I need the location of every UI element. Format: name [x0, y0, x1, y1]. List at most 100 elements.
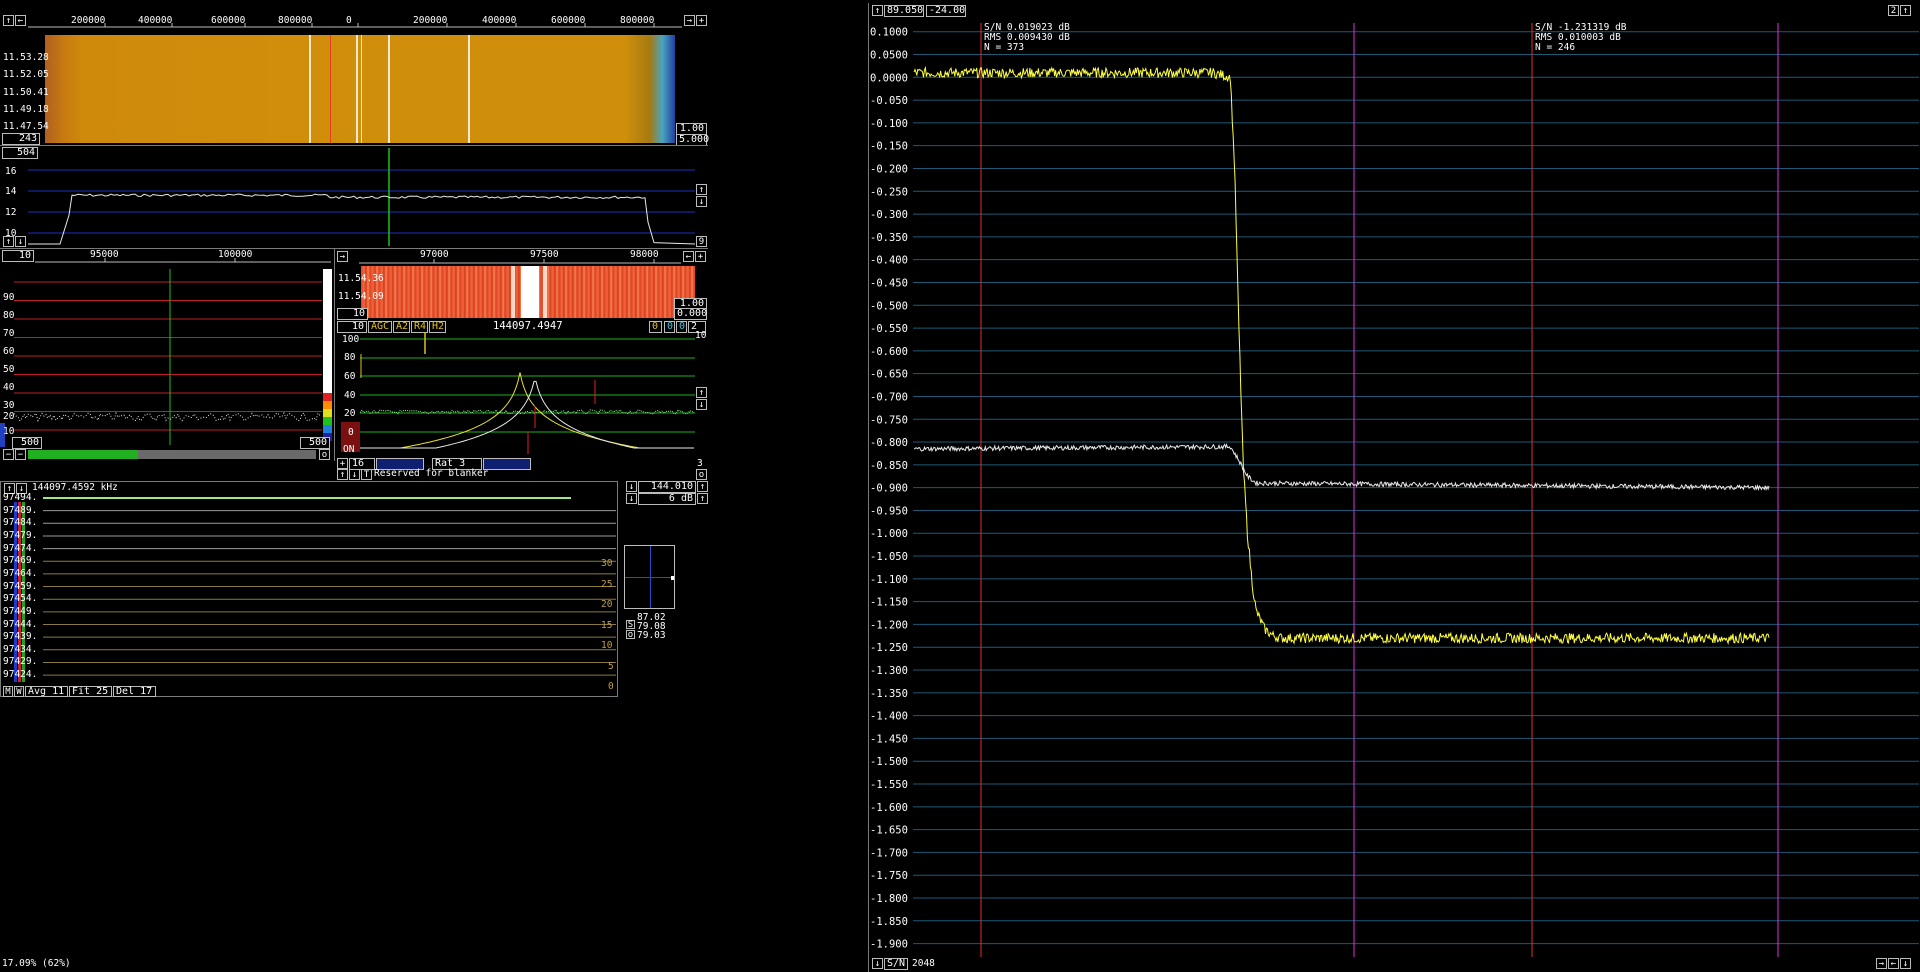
track-row-label: 97464. [3, 567, 38, 579]
big-y-tick: -0.650 [870, 369, 908, 381]
scroll-right-button[interactable]: → [684, 15, 695, 26]
big-y-tick: -0.800 [870, 437, 908, 449]
bb-o-button[interactable]: o [696, 469, 707, 480]
side-db-field[interactable]: 6 dB [638, 493, 696, 505]
big-y-tick: -0.850 [870, 460, 908, 472]
big-y-tick: -0.200 [870, 163, 908, 175]
left-stats-n: N = 373 [984, 42, 1025, 53]
side-o-button[interactable]: o [626, 630, 635, 640]
expand-button[interactable]: + [696, 15, 707, 26]
side-freq-field[interactable]: 144.010 [638, 481, 696, 493]
big-y-tick: -0.900 [870, 483, 908, 495]
spec-right-down-button[interactable]: ↓ [696, 196, 707, 207]
side-down2-button[interactable]: ↓ [626, 493, 637, 504]
spec-down-button[interactable]: ↓ [15, 236, 26, 247]
wf-time-3: 11.50.41 [3, 87, 49, 98]
track-scale-label: 25 [601, 578, 613, 590]
top-freq-tick: 400000 [138, 15, 173, 26]
bb-y-on: ON [343, 444, 355, 455]
track-row-label: 97494. [3, 492, 38, 503]
bb-right-button[interactable]: → [337, 251, 348, 262]
big-y-tick: -1.650 [870, 825, 908, 837]
waterfall-image[interactable] [45, 35, 675, 143]
bb-waterfall-image[interactable] [361, 266, 695, 318]
hires-y-10: 10 [3, 426, 15, 437]
big-y-tick: -1.800 [870, 893, 908, 905]
spec-y-16: 16 [5, 166, 17, 177]
series-line [913, 65, 1770, 645]
bb-t-button[interactable]: T [361, 469, 372, 480]
bb-ten-field[interactable]: 10 [337, 308, 368, 320]
track-row-label: 97444. [3, 618, 38, 630]
side-s-button[interactable]: S [626, 620, 635, 630]
track-scale-label: 30 [601, 558, 613, 569]
side-up2-button[interactable]: ↑ [697, 493, 708, 504]
spec-y-12: 12 [5, 207, 17, 218]
w-button[interactable]: W [14, 686, 24, 697]
bb-plus2-button[interactable]: + [337, 458, 348, 469]
bb-time-1: 11.54.36 [338, 273, 384, 284]
spec-up-button[interactable]: ↑ [3, 236, 14, 247]
track-row-label: 97469. [3, 555, 38, 567]
avg-field[interactable]: Avg 11 [25, 686, 68, 697]
hires-left-count[interactable]: 500 [12, 437, 42, 449]
scroll-up-button[interactable]: ↑ [3, 15, 14, 26]
bb-down2-button[interactable]: ↓ [349, 469, 360, 480]
hires-y-90: 90 [3, 292, 15, 303]
track-row-label: 97449. [3, 605, 38, 617]
graph-down-right-button[interactable]: ↓ [1900, 958, 1911, 969]
graph-down-button[interactable]: ↓ [872, 958, 883, 969]
big-y-tick: -1.350 [870, 688, 908, 700]
hires-minus2-button[interactable]: − [15, 449, 26, 460]
hires-minus-button[interactable]: − [3, 449, 14, 460]
hires-level-bar[interactable] [28, 450, 316, 459]
m-button[interactable]: M [3, 686, 13, 697]
bb-up-button[interactable]: ↑ [696, 387, 707, 398]
blanker-label: Reserved for blanker [374, 468, 489, 479]
xy-scope[interactable] [624, 545, 675, 609]
big-y-tick: -0.300 [870, 209, 908, 221]
graph-right-button[interactable]: → [1876, 958, 1887, 969]
hires-y-40: 40 [3, 382, 15, 393]
side-up-button[interactable]: ↑ [697, 481, 708, 492]
graph-left-button[interactable]: ← [1888, 958, 1899, 969]
scroll-left-button[interactable]: ← [15, 15, 26, 26]
bb-y-60: 60 [344, 371, 356, 382]
bb-mode2-field[interactable] [483, 458, 531, 470]
big-graph-panel: ↑ 89.050 -24.00 2 ↑ 0.1000 0.0500 0.0000 -0… [868, 3, 1920, 972]
bb-plus-button[interactable]: + [695, 251, 706, 262]
big-y-tick: -0.100 [870, 118, 908, 130]
big-y-tick: -1.500 [870, 756, 908, 768]
big-y-tick: -0.700 [870, 391, 908, 403]
hires-right-count[interactable]: 500 [300, 437, 330, 449]
top-freq-tick: 200000 [71, 15, 106, 26]
spec-right-up-button[interactable]: ↑ [696, 184, 707, 195]
big-y-tick: -1.000 [870, 528, 908, 540]
bb-up2-button[interactable]: ↑ [337, 469, 348, 480]
track-row-label: 97489. [3, 504, 38, 516]
del-field[interactable]: Del 17 [113, 686, 156, 697]
big-y-tick: -1.100 [870, 574, 908, 586]
bb-zero-field[interactable]: 0.000 [674, 308, 707, 320]
hires-o-button[interactable]: o [319, 449, 330, 460]
big-chart: 0.1000 0.0500 0.0000 -0.050 -0.100 -0.150 -0.2… [870, 23, 1919, 957]
hires-spectrum-panel: 10 95000 100000 90 80 70 60 50 40 30 20 … [0, 248, 335, 461]
bb-left-button[interactable]: ← [683, 251, 694, 262]
big-y-tick: -0.400 [870, 255, 908, 267]
wf-line-count[interactable]: 243 [2, 133, 40, 145]
top-freq-tick: 600000 [211, 15, 246, 26]
top-spectrum-plot [28, 148, 696, 246]
fit-field[interactable]: Fit 25 [69, 686, 112, 697]
big-y-tick: -1.050 [870, 551, 908, 563]
graph-sn-button[interactable]: S/N [884, 958, 908, 970]
bb-down-button[interactable]: ↓ [696, 399, 707, 410]
hires-y-50: 50 [3, 364, 15, 375]
hires-y-60: 60 [3, 346, 15, 357]
big-y-tick: 0.1000 [870, 27, 908, 39]
freq-track-panel: ↑ ↓ 144097.4592 kHz 97494. 97489. 97484. 97… [0, 481, 618, 697]
bb-freq-98000: 98000 [630, 249, 659, 260]
hires-ten-field[interactable]: 10 [2, 250, 34, 262]
spec-nine-button[interactable]: 9 [696, 236, 707, 247]
big-y-tick: -0.150 [870, 141, 908, 153]
side-down-button[interactable]: ↓ [626, 481, 637, 492]
